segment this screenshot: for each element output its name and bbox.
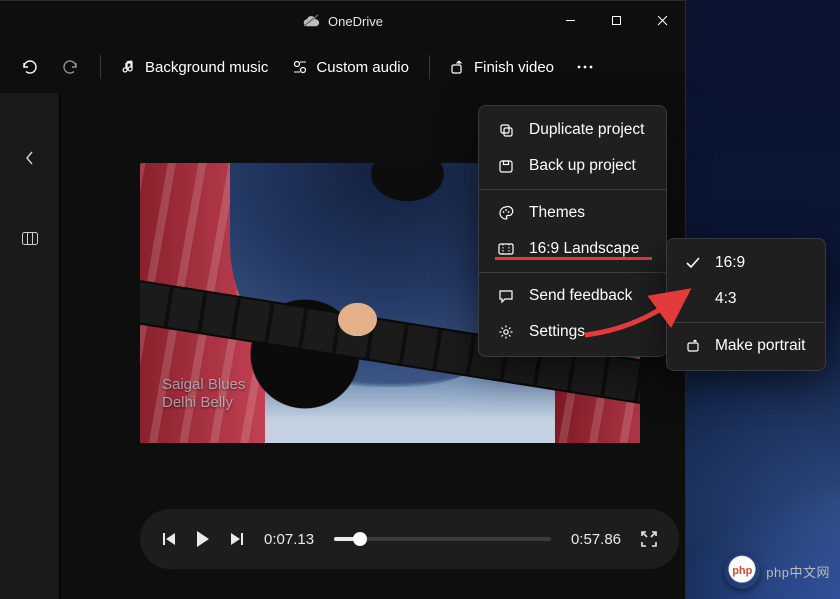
menu-item-feedback[interactable]: Send feedback	[479, 278, 666, 314]
skip-next-icon	[230, 531, 244, 547]
storyboard-grid-button[interactable]	[10, 223, 50, 253]
aspect-ratio-icon	[497, 243, 515, 255]
submenu-label: 16:9	[715, 254, 745, 272]
close-button[interactable]	[639, 1, 685, 39]
gear-icon	[497, 324, 515, 340]
menu-separator	[667, 322, 825, 323]
play-button[interactable]	[196, 530, 210, 548]
grid-icon	[22, 232, 38, 245]
minimize-button[interactable]	[547, 1, 593, 39]
submenu-label: Make portrait	[715, 337, 805, 355]
finish-video-label: Finish video	[474, 59, 554, 76]
menu-label: Settings	[529, 323, 585, 341]
background-music-button[interactable]: Background music	[111, 53, 278, 82]
total-time: 0:57.86	[571, 531, 621, 548]
play-icon	[196, 530, 210, 548]
undo-button[interactable]	[10, 52, 48, 82]
feedback-icon	[497, 288, 515, 304]
portrait-icon	[685, 339, 701, 353]
backup-icon	[497, 158, 515, 174]
audio-mixer-icon	[292, 59, 308, 75]
menu-label: Back up project	[529, 157, 636, 175]
titlebar: OneDrive	[0, 1, 685, 41]
page-watermark: php php中文网	[724, 553, 830, 589]
divider	[429, 55, 430, 79]
overflow-menu-button[interactable]	[568, 58, 602, 76]
current-time: 0:07.13	[264, 531, 314, 548]
window-title: OneDrive	[328, 14, 383, 29]
fullscreen-button[interactable]	[641, 531, 657, 547]
window-controls	[547, 1, 685, 41]
submenu-item-make-portrait[interactable]: Make portrait	[667, 328, 825, 364]
menu-item-back-up-project[interactable]: Back up project	[479, 148, 666, 184]
menu-label: Send feedback	[529, 287, 632, 305]
video-watermark-text: Saigal Blues Delhi Belly	[162, 376, 245, 414]
redo-button[interactable]	[52, 52, 90, 82]
divider	[100, 55, 101, 79]
menu-label: Themes	[529, 204, 585, 222]
panel-back-button[interactable]	[10, 143, 50, 173]
menu-item-settings[interactable]: Settings	[479, 314, 666, 350]
player-bar: 0:07.13 0:57.86	[140, 509, 679, 569]
checkmark-icon	[685, 257, 701, 269]
overflow-menu: Duplicate project Back up project Themes…	[478, 105, 667, 357]
menu-separator	[479, 189, 666, 190]
aspect-ratio-submenu: 16:9 4:3 Make portrait	[666, 238, 826, 371]
finish-video-button[interactable]: Finish video	[440, 53, 564, 82]
watermark-line2: Delhi Belly	[162, 394, 245, 413]
menu-label: 16:9 Landscape	[529, 240, 639, 258]
export-icon	[450, 59, 466, 75]
skip-prev-icon	[162, 531, 176, 547]
next-frame-button[interactable]	[230, 531, 244, 547]
maximize-button[interactable]	[593, 1, 639, 39]
duplicate-icon	[497, 122, 515, 138]
custom-audio-button[interactable]: Custom audio	[282, 53, 419, 82]
project-panel	[0, 93, 60, 599]
watermark-line1: Saigal Blues	[162, 376, 245, 395]
fullscreen-icon	[641, 531, 657, 547]
custom-audio-label: Custom audio	[316, 59, 409, 76]
palette-icon	[497, 205, 515, 221]
submenu-item-4-3[interactable]: 4:3	[667, 281, 825, 317]
menu-label: Duplicate project	[529, 121, 644, 139]
menu-item-aspect-ratio[interactable]: 16:9 Landscape	[479, 231, 666, 267]
chevron-left-icon	[25, 151, 34, 165]
menu-separator	[479, 272, 666, 273]
timeline-seekbar[interactable]	[334, 537, 551, 541]
undo-icon	[20, 58, 38, 76]
submenu-label: 4:3	[715, 290, 737, 308]
menu-item-duplicate-project[interactable]: Duplicate project	[479, 112, 666, 148]
annotation-underline	[495, 257, 652, 260]
title-center: OneDrive	[302, 14, 383, 29]
submenu-item-16-9[interactable]: 16:9	[667, 245, 825, 281]
background-music-label: Background music	[145, 59, 268, 76]
redo-icon	[62, 58, 80, 76]
cloud-sync-icon	[302, 14, 320, 28]
music-note-icon	[121, 59, 137, 75]
php-badge: php	[724, 553, 760, 589]
toolbar: Background music Custom audio Finish vid…	[0, 41, 685, 93]
more-ellipsis-icon	[576, 64, 594, 70]
menu-item-themes[interactable]: Themes	[479, 195, 666, 231]
timeline-knob[interactable]	[353, 532, 367, 546]
php-text: php中文网	[766, 562, 830, 581]
prev-frame-button[interactable]	[162, 531, 176, 547]
